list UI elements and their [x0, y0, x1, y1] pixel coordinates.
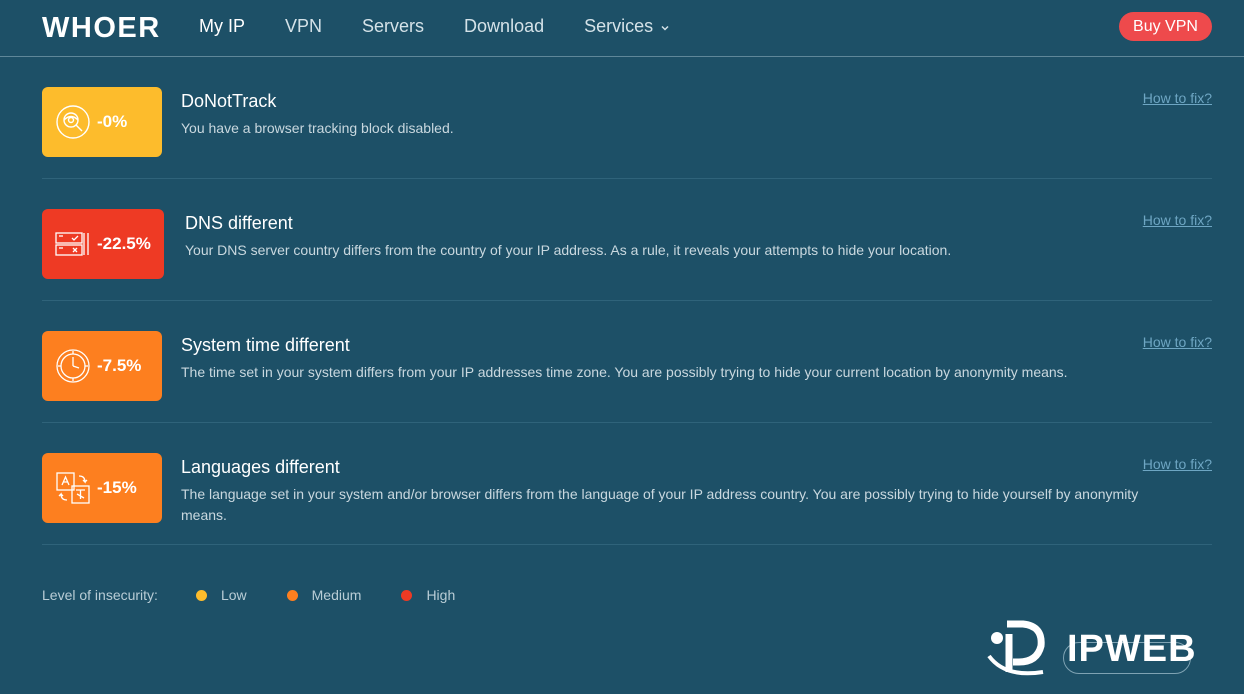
score-percent: -22.5%	[97, 234, 151, 253]
legend-item-low: Low	[195, 587, 247, 603]
check-title: DoNotTrack	[181, 91, 277, 111]
ipweb-logo-icon	[987, 620, 1045, 676]
score-badge: -0%	[42, 87, 162, 157]
check-description: Your DNS server country differs from the…	[185, 242, 952, 258]
how-to-fix-link[interactable]: How to fix?	[1143, 334, 1212, 350]
check-description: The language set in your system and/or b…	[181, 486, 1139, 523]
low-dot	[195, 589, 207, 601]
legend-item-medium: Medium	[286, 587, 362, 603]
check-row-system-time: -7.5% System time different The time set…	[42, 301, 1212, 423]
top-header: WHOER My IP VPN Servers Download Service…	[0, 0, 1244, 57]
score-percent: -7.5%	[97, 356, 142, 375]
check-title: DNS different	[185, 213, 293, 233]
chevron-down-icon	[661, 25, 669, 31]
how-to-fix-link[interactable]: How to fix?	[1143, 90, 1212, 106]
how-to-fix-link[interactable]: How to fix?	[1143, 212, 1212, 228]
legend-label: Level of insecurity:	[42, 587, 158, 603]
score-percent: -0%	[97, 112, 128, 131]
check-row-donottrack: -0% DoNotTrack You have a browser tracki…	[42, 57, 1212, 179]
score-badge: -7.5%	[42, 331, 162, 401]
insecurity-legend: Level of insecurity: Low Medium High	[42, 587, 495, 603]
eye-search-icon	[56, 105, 90, 139]
nav-my-ip[interactable]: My IP	[199, 16, 245, 37]
score-badge: -15%	[42, 453, 162, 523]
clock-icon	[56, 349, 90, 383]
buy-vpn-button[interactable]: Buy VPN	[1119, 12, 1212, 41]
watermark-text: IPWEB	[1067, 628, 1197, 670]
check-description: The time set in your system differs from…	[181, 364, 1068, 380]
whoer-logo[interactable]: WHOER	[42, 12, 161, 45]
nav-services[interactable]: Services	[584, 16, 670, 37]
nav-vpn[interactable]: VPN	[285, 16, 322, 37]
legend-item-label: Medium	[311, 587, 362, 603]
check-description: You have a browser tracking block disabl…	[181, 120, 454, 136]
score-badge: -22.5%	[42, 209, 164, 279]
check-title: System time different	[181, 335, 350, 355]
legend-item-high: High	[401, 587, 455, 603]
main-nav: My IP VPN Servers Download Services	[199, 16, 710, 37]
nav-servers[interactable]: Servers	[362, 16, 424, 37]
nav-services-label: Services	[584, 16, 654, 36]
how-to-fix-link[interactable]: How to fix?	[1143, 456, 1212, 472]
check-row-languages: -15% Languages different The language se…	[42, 423, 1212, 545]
check-row-dns: -22.5% DNS different Your DNS server cou…	[42, 179, 1212, 301]
medium-dot	[286, 589, 298, 601]
high-dot	[401, 589, 413, 601]
ipweb-watermark: IPWEB	[985, 616, 1230, 680]
legend-item-label: Low	[220, 587, 247, 603]
server-icon	[55, 232, 89, 256]
legend-item-label: High	[426, 587, 456, 603]
score-percent: -15%	[97, 478, 137, 497]
nav-download[interactable]: Download	[464, 16, 544, 37]
language-icon	[56, 472, 90, 504]
check-title: Languages different	[181, 457, 340, 477]
